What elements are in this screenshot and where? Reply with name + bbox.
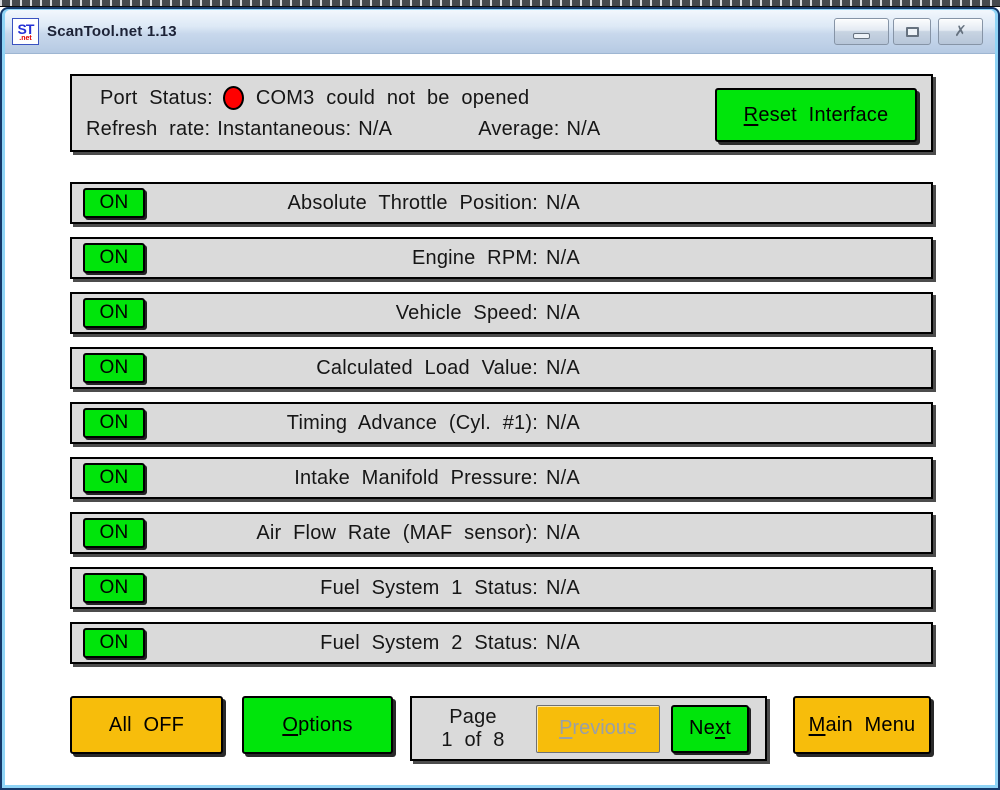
maximize-button[interactable] <box>893 18 931 45</box>
sensor-on-toggle[interactable]: ON <box>83 243 145 273</box>
window-frame: ST .net ScanTool.net 1.13 ✗ Port Status:… <box>0 7 1000 790</box>
sensor-row: Air Flow Rate (MAF sensor):N/A ON <box>70 512 933 554</box>
sensor-on-toggle[interactable]: ON <box>83 628 145 658</box>
main-menu-button[interactable]: Main Menu <box>793 696 931 754</box>
app-icon: ST .net <box>12 18 39 45</box>
minimize-icon <box>853 33 870 39</box>
titlebar[interactable]: ST .net ScanTool.net 1.13 ✗ <box>5 10 995 54</box>
sensor-row: Vehicle Speed:N/A ON <box>70 292 933 334</box>
page-navigation-panel: Page 1 of 8 Previous Next <box>410 696 767 761</box>
sensor-value: N/A <box>546 357 580 380</box>
instantaneous-value: N/A <box>358 118 392 141</box>
sensor-row: Engine RPM:N/A ON <box>70 237 933 279</box>
sensor-list: Absolute Throttle Position:N/A ON Engine… <box>70 182 933 664</box>
average-value: N/A <box>566 118 600 141</box>
all-off-button[interactable]: All OFF <box>70 696 223 754</box>
sensor-on-toggle[interactable]: ON <box>83 518 145 548</box>
sensor-value: N/A <box>546 577 580 600</box>
sensor-row: Fuel System 1 Status:N/A ON <box>70 567 933 609</box>
app-icon-net-text: .net <box>19 35 31 42</box>
close-button[interactable]: ✗ <box>938 18 983 45</box>
sensor-row: Calculated Load Value:N/A ON <box>70 347 933 389</box>
window-controls: ✗ <box>834 18 983 45</box>
sensor-row: Timing Advance (Cyl. #1):N/A ON <box>70 402 933 444</box>
page-indicator-line1: Page <box>412 706 534 729</box>
sensor-value: N/A <box>546 522 580 545</box>
previous-page-button[interactable]: Previous <box>536 705 660 753</box>
sensor-value: N/A <box>546 412 580 435</box>
sensor-on-toggle[interactable]: ON <box>83 353 145 383</box>
options-button[interactable]: Options <box>242 696 393 754</box>
sensor-on-toggle[interactable]: ON <box>83 408 145 438</box>
port-status-panel: Port Status: COM3 could not be opened Re… <box>70 74 933 152</box>
sensor-value: N/A <box>546 192 580 215</box>
window-title: ScanTool.net 1.13 <box>47 23 177 40</box>
average-label: Average: <box>478 118 559 141</box>
port-status-label: Port Status: <box>100 87 213 110</box>
sensor-value: N/A <box>546 632 580 655</box>
sensor-on-toggle[interactable]: ON <box>83 188 145 218</box>
app-window: ST .net ScanTool.net 1.13 ✗ Port Status:… <box>5 10 995 785</box>
sensor-on-toggle[interactable]: ON <box>83 573 145 603</box>
close-icon: ✗ <box>954 24 967 39</box>
port-status-message: COM3 could not be opened <box>256 87 529 110</box>
refresh-rate-label: Refresh rate: <box>86 118 210 141</box>
sensor-on-toggle[interactable]: ON <box>83 463 145 493</box>
desktop-edge <box>0 0 1000 7</box>
maximize-icon <box>906 27 919 37</box>
sensor-value: N/A <box>546 302 580 325</box>
sensor-row: Fuel System 2 Status:N/A ON <box>70 622 933 664</box>
minimize-button[interactable] <box>834 18 889 45</box>
sensor-row: Intake Manifold Pressure:N/A ON <box>70 457 933 499</box>
app-icon-st-text: ST <box>18 22 34 36</box>
sensor-value: N/A <box>546 467 580 490</box>
page-indicator: Page 1 of 8 <box>412 706 534 752</box>
port-status-light-icon <box>223 86 244 110</box>
sensor-value: N/A <box>546 247 580 270</box>
instantaneous-label: Instantaneous: <box>217 118 351 141</box>
client-area: Port Status: COM3 could not be opened Re… <box>5 54 995 785</box>
next-page-button[interactable]: Next <box>671 705 749 753</box>
footer-bar: All OFF Options Page 1 of 8 Previous Nex… <box>70 696 933 761</box>
page-indicator-line2: 1 of 8 <box>412 729 534 752</box>
sensor-on-toggle[interactable]: ON <box>83 298 145 328</box>
reset-interface-button[interactable]: Reset Interface <box>715 88 917 142</box>
sensor-row: Absolute Throttle Position:N/A ON <box>70 182 933 224</box>
